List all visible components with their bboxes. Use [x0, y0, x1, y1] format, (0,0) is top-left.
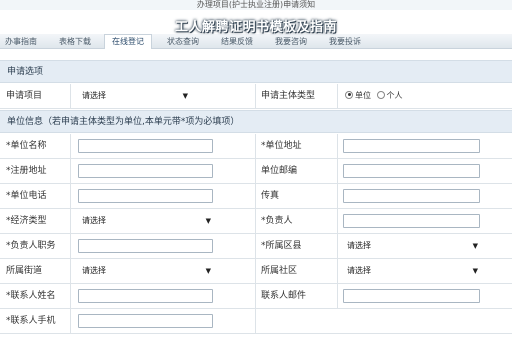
divider [70, 209, 71, 234]
form-row: *经济类型 请选择 ▼ *负责人 [0, 209, 512, 234]
leader-label: *负责人 [261, 216, 293, 226]
leader-input[interactable] [343, 214, 480, 228]
leader-title-label: *负责人职务 [6, 241, 56, 251]
district-select[interactable]: 请选择 ▼ [343, 239, 480, 253]
unit-postcode-label: 单位邮编 [261, 166, 298, 176]
unit-phone-input[interactable] [78, 189, 213, 203]
divider [337, 84, 338, 109]
divider [337, 184, 338, 209]
divider [337, 159, 338, 184]
apply-type-radio-group: 单位 个人 [345, 90, 403, 102]
divider [337, 134, 338, 159]
tab-online-register[interactable]: 在线登记 [104, 34, 152, 49]
tab-result-feedback[interactable]: 结果反馈 [212, 35, 262, 48]
divider [70, 159, 71, 184]
form-row: *单位电话 传真 [0, 184, 512, 209]
divider [70, 284, 71, 309]
chevron-down-icon: ▼ [182, 92, 188, 100]
reg-address-input[interactable] [78, 164, 213, 178]
divider [337, 209, 338, 234]
divider [255, 209, 256, 234]
divider [70, 84, 71, 109]
reg-address-label: *注册地址 [6, 166, 47, 176]
select-value: 请选择 [82, 216, 106, 225]
contact-mobile-label: *联系人手机 [6, 316, 56, 326]
section-apply-options: 申请选项 [0, 60, 512, 83]
chevron-down-icon: ▼ [472, 267, 478, 275]
divider [255, 309, 256, 334]
fax-label: 传真 [261, 191, 280, 201]
page-notice: 办理项目(护士执业注册)申请须知 [196, 0, 316, 9]
econ-type-label: *经济类型 [6, 216, 47, 226]
street-select[interactable]: 请选择 ▼ [78, 264, 213, 278]
unit-name-label: *单位名称 [6, 141, 47, 151]
unit-phone-label: *单位电话 [6, 191, 47, 201]
divider [70, 309, 71, 334]
chevron-down-icon: ▼ [472, 242, 478, 250]
unit-address-label: *单位地址 [261, 141, 302, 151]
leader-title-input[interactable] [78, 239, 213, 253]
tab-complaint[interactable]: 我要投诉 [320, 35, 370, 48]
divider [70, 134, 71, 159]
form-row: *注册地址 单位邮编 [0, 159, 512, 184]
contact-mobile-input[interactable] [78, 314, 213, 328]
tab-bar: 办事指南 表格下载 在线登记 状态查询 结果反馈 我要咨询 我要投诉 [0, 34, 512, 49]
radio-unit[interactable] [345, 90, 353, 99]
overlay-title: 工人解聘证明书模板及指南 [174, 20, 337, 35]
divider [70, 234, 71, 259]
form-row: 所属街道 请选择 ▼ 所属社区 请选择 ▼ [0, 259, 512, 284]
divider [337, 234, 338, 259]
community-select[interactable]: 请选择 ▼ [343, 264, 480, 278]
tab-forms-download[interactable]: 表格下载 [50, 35, 100, 48]
community-label: 所属社区 [261, 266, 298, 276]
econ-type-select[interactable]: 请选择 ▼ [78, 214, 213, 228]
divider [70, 184, 71, 209]
contact-name-label: *联系人姓名 [6, 291, 56, 301]
divider [255, 159, 256, 184]
apply-item-label: 申请项目 [6, 91, 43, 101]
select-value: 请选择 [82, 91, 106, 100]
tab-status-query[interactable]: 状态查询 [158, 35, 208, 48]
section-unit-info: 单位信息（若申请主体类型为单位,本单元带*项为必填项） [0, 110, 512, 133]
apply-type-label: 申请主体类型 [261, 91, 316, 101]
tab-guide[interactable]: 办事指南 [0, 35, 42, 48]
divider [255, 234, 256, 259]
select-value: 请选择 [347, 266, 371, 275]
chevron-down-icon: ▼ [205, 267, 211, 275]
apply-row: 申请项目 请选择 ▼ 申请主体类型 单位 个人 [0, 84, 512, 109]
contact-name-input[interactable] [78, 289, 213, 303]
form-row: *联系人手机 [0, 309, 512, 334]
divider [337, 259, 338, 284]
radio-person[interactable] [376, 90, 385, 99]
divider [255, 284, 256, 309]
divider [337, 284, 338, 309]
unit-address-input[interactable] [343, 139, 480, 153]
contact-email-label: 联系人邮件 [261, 291, 307, 301]
form-row: *联系人姓名 联系人邮件 [0, 284, 512, 309]
district-label: *所属区县 [261, 241, 302, 251]
chevron-down-icon: ▼ [205, 217, 211, 225]
divider [70, 259, 71, 284]
radio-person-label: 个人 [386, 91, 403, 100]
select-value: 请选择 [347, 241, 371, 250]
street-label: 所属街道 [6, 266, 43, 276]
divider [255, 259, 256, 284]
unit-postcode-input[interactable] [343, 164, 480, 178]
divider [255, 134, 256, 159]
form-row: *单位名称 *单位地址 [0, 134, 512, 159]
tab-consult[interactable]: 我要咨询 [266, 35, 316, 48]
form-row: *负责人职务 *所属区县 请选择 ▼ [0, 234, 512, 259]
apply-item-select[interactable]: 请选择 ▼ [78, 89, 190, 103]
fax-input[interactable] [343, 189, 480, 203]
unit-name-input[interactable] [78, 139, 213, 153]
select-value: 请选择 [82, 266, 106, 275]
divider [255, 184, 256, 209]
radio-unit-label: 单位 [355, 91, 371, 100]
contact-email-input[interactable] [343, 289, 480, 303]
divider [255, 84, 256, 109]
